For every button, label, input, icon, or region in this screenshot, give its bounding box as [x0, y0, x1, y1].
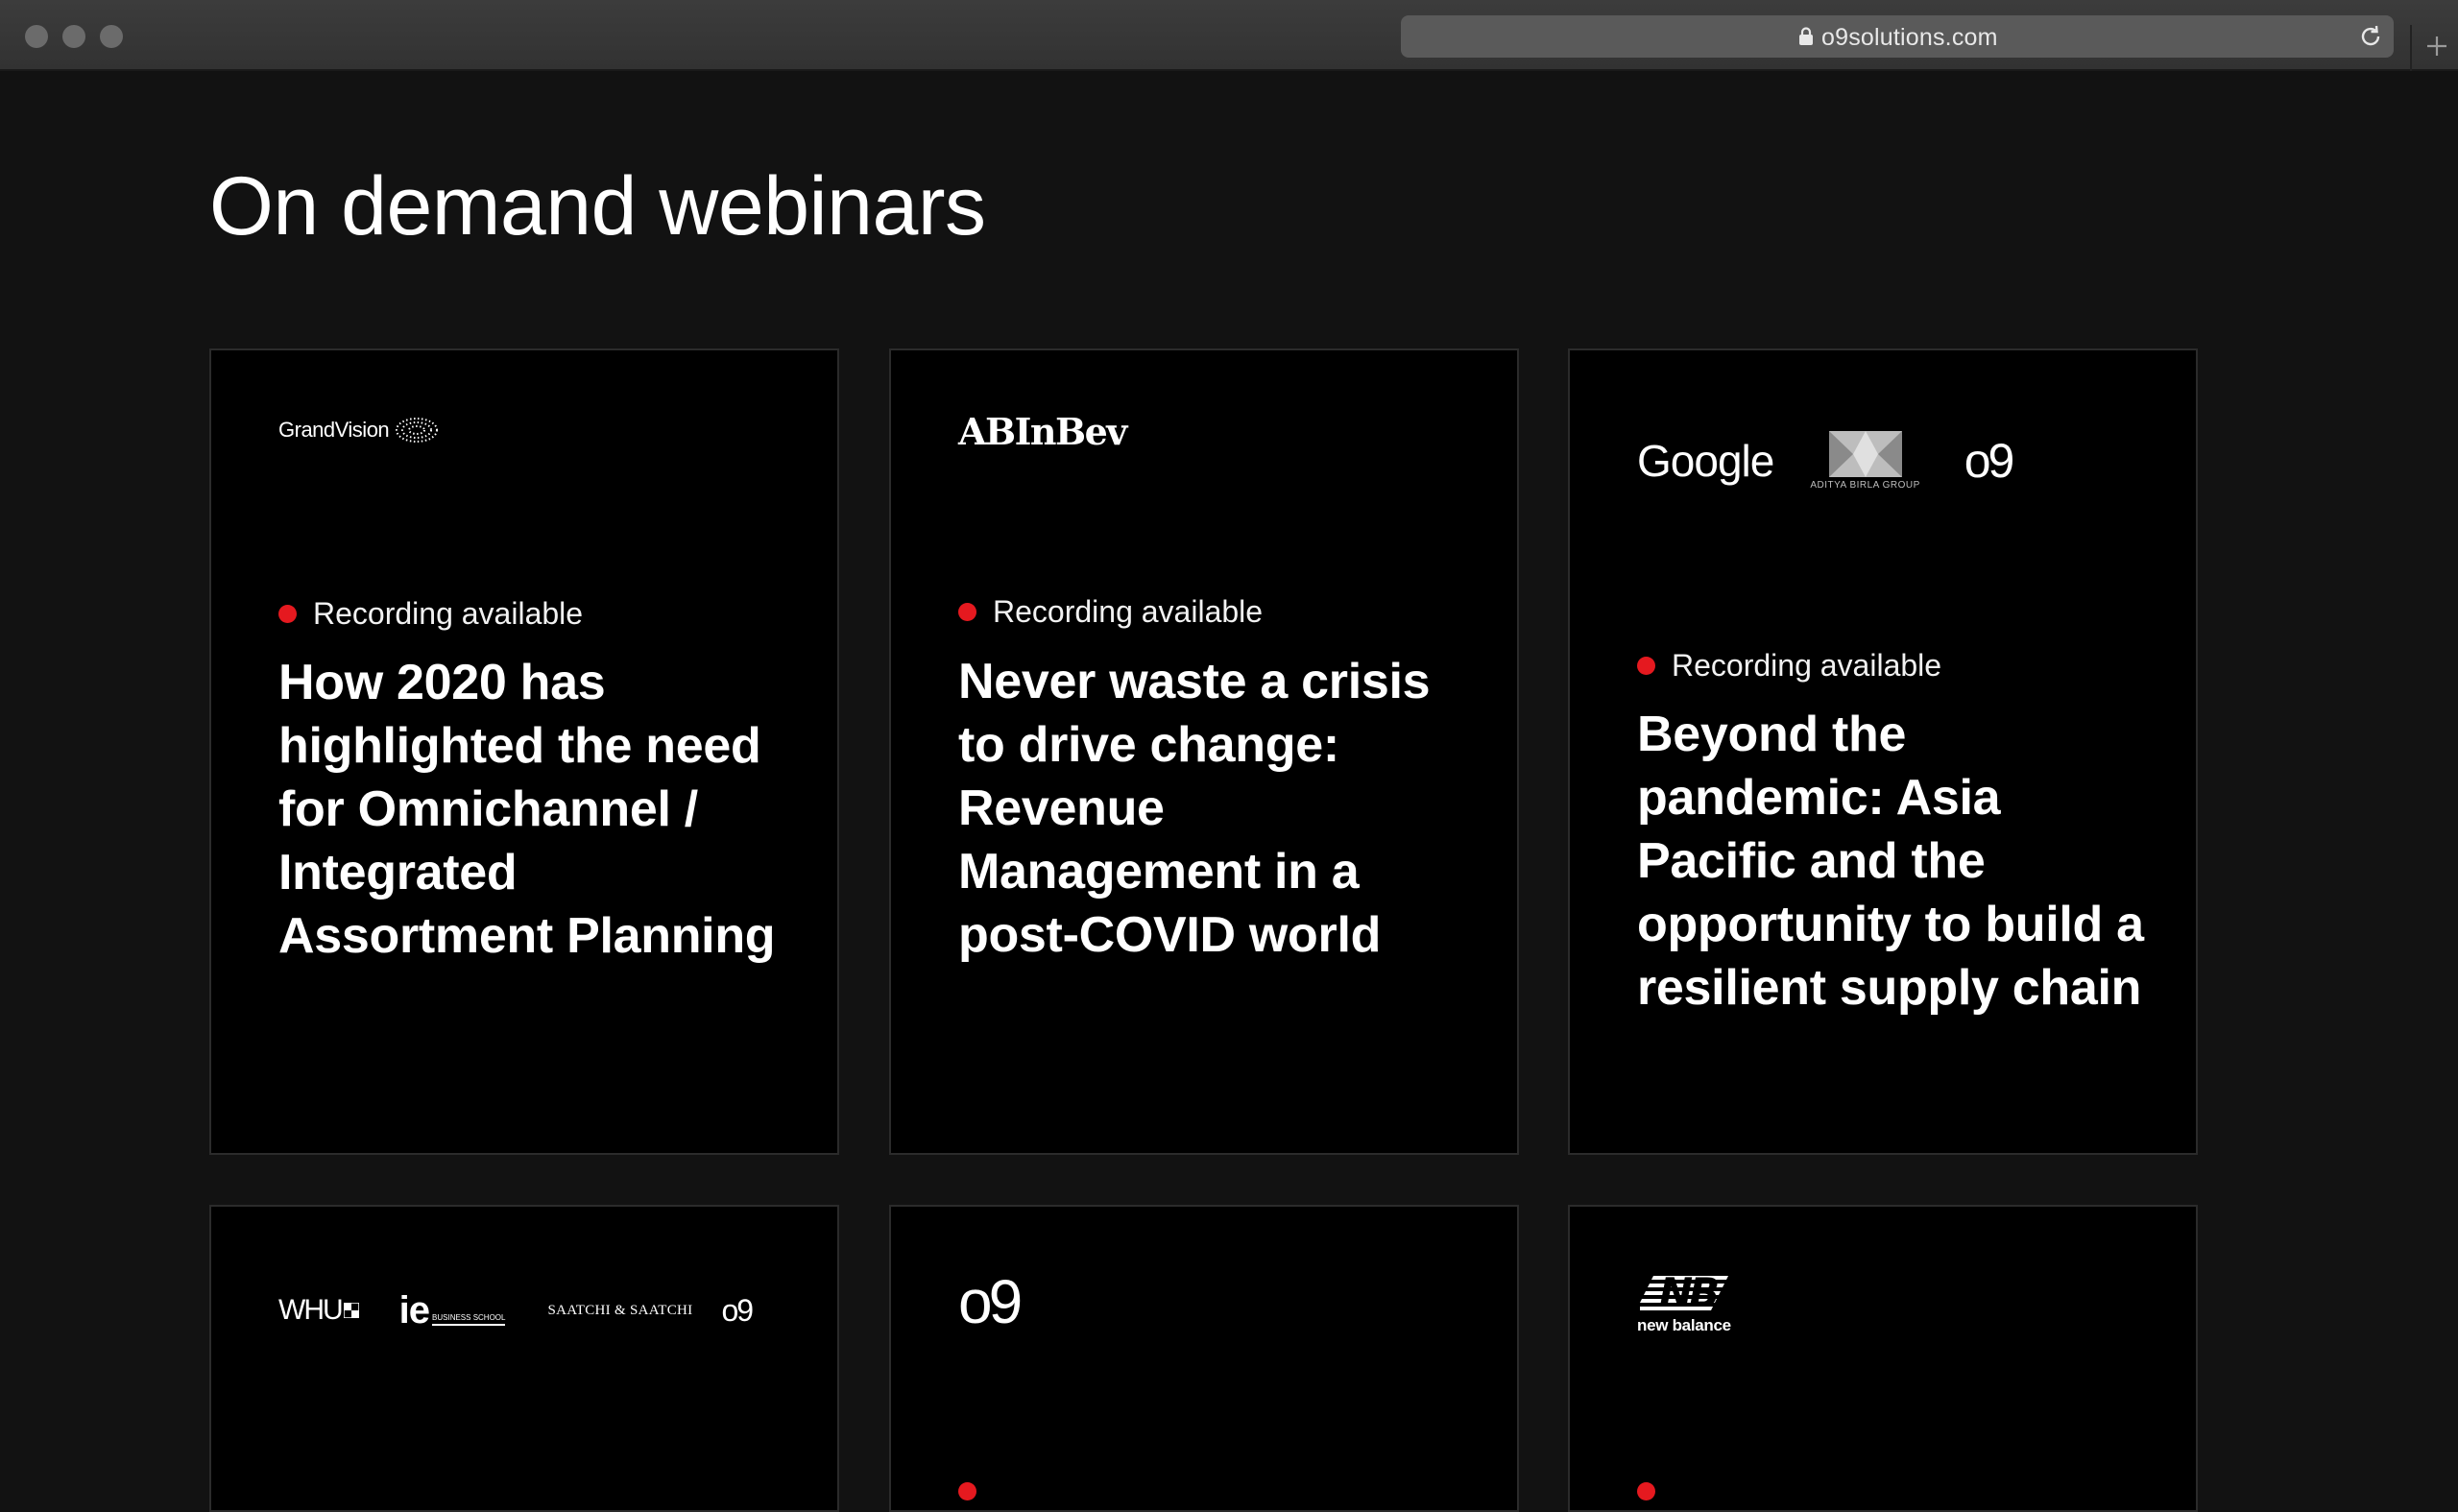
page-title: On demand webinars: [209, 160, 986, 252]
webinar-card[interactable]: ABInBev Recording available Never waste …: [889, 348, 1519, 1155]
recording-status: Recording available: [958, 594, 1263, 630]
whu-checker-icon: [343, 1303, 359, 1318]
o9-wordmark: o9: [958, 1267, 1023, 1336]
grandvision-mark-icon: [396, 418, 439, 443]
new-balance-logo: NB new balance: [1637, 1272, 1731, 1335]
new-balance-mark-icon: NB: [1639, 1272, 1728, 1314]
reload-icon[interactable]: [2357, 23, 2384, 50]
grandvision-logo: GrandVision: [278, 416, 439, 444]
webinar-card[interactable]: GrandVision Recording available How 2020…: [209, 348, 839, 1155]
new-tab-button[interactable]: [2410, 25, 2458, 71]
recording-status-label: Recording available: [993, 594, 1264, 629]
webinar-title[interactable]: How 2020 has highlighted the need for Om…: [278, 651, 778, 968]
ie-business-school-label: BUSINESS SCHOOL: [432, 1313, 506, 1326]
abinbev-wordmark: ABInBev: [958, 410, 1127, 453]
recording-dot-icon: [958, 603, 976, 621]
grandvision-wordmark: GrandVision: [278, 418, 390, 442]
recording-status-label: Recording available: [313, 596, 584, 631]
recording-status: Recording available: [278, 596, 583, 632]
url-text: o9solutions.com: [1821, 24, 1998, 51]
aditya-birla-label: ADITYA BIRLA GROUP: [1810, 480, 1920, 491]
browser-toolbar: o9solutions.com: [0, 0, 2458, 71]
recording-dot-icon: [1637, 657, 1655, 675]
webinar-card[interactable]: WHU ie BUSINESS SCHOOL SAATCHI & SAATCHI…: [209, 1205, 839, 1512]
webinar-title[interactable]: Never waste a crisis to drive change: Re…: [958, 650, 1458, 967]
aditya-birla-logo: ADITYA BIRLA GROUP: [1810, 431, 1919, 491]
minimize-window-button[interactable]: [62, 25, 85, 48]
webinar-card[interactable]: NB new balance: [1568, 1205, 2198, 1512]
recording-status: Recording available: [1637, 648, 1941, 684]
aditya-birla-mark-icon: [1828, 431, 1902, 477]
close-window-button[interactable]: [25, 25, 48, 48]
abinbev-logo: ABInBev: [958, 410, 1127, 453]
ie-wordmark: ie: [398, 1289, 430, 1332]
partner-logos: WHU ie BUSINESS SCHOOL SAATCHI & SAATCHI…: [278, 1291, 754, 1330]
whu-logo: WHU: [278, 1294, 344, 1326]
o9-logo: o9: [721, 1292, 754, 1328]
o9-logo: o9: [958, 1266, 1023, 1337]
webinar-title[interactable]: Beyond the pandemic: Asia Pacific and th…: [1637, 703, 2156, 1020]
plus-icon: [2427, 36, 2446, 56]
address-bar[interactable]: o9solutions.com: [1401, 15, 2394, 58]
svg-text:NB: NB: [1659, 1272, 1718, 1314]
saatchi-logo: SAATCHI & SAATCHI: [547, 1302, 693, 1318]
lock-icon: [1799, 27, 1813, 45]
recording-dot-icon: [278, 605, 297, 623]
o9-logo: o9: [1964, 434, 2015, 488]
webinar-card[interactable]: Google ADITYA BIRLA GROUP o9 Recording a…: [1568, 348, 2198, 1155]
new-balance-label: new balance: [1637, 1316, 1731, 1334]
zoom-window-button[interactable]: [100, 25, 123, 48]
webinar-card[interactable]: o9: [889, 1205, 1519, 1512]
recording-status-label: Recording available: [1672, 648, 1942, 683]
partner-logos: Google ADITYA BIRLA GROUP o9: [1637, 431, 2015, 491]
google-logo: Google: [1637, 436, 1774, 486]
ie-logo: ie BUSINESS SCHOOL: [399, 1291, 506, 1330]
